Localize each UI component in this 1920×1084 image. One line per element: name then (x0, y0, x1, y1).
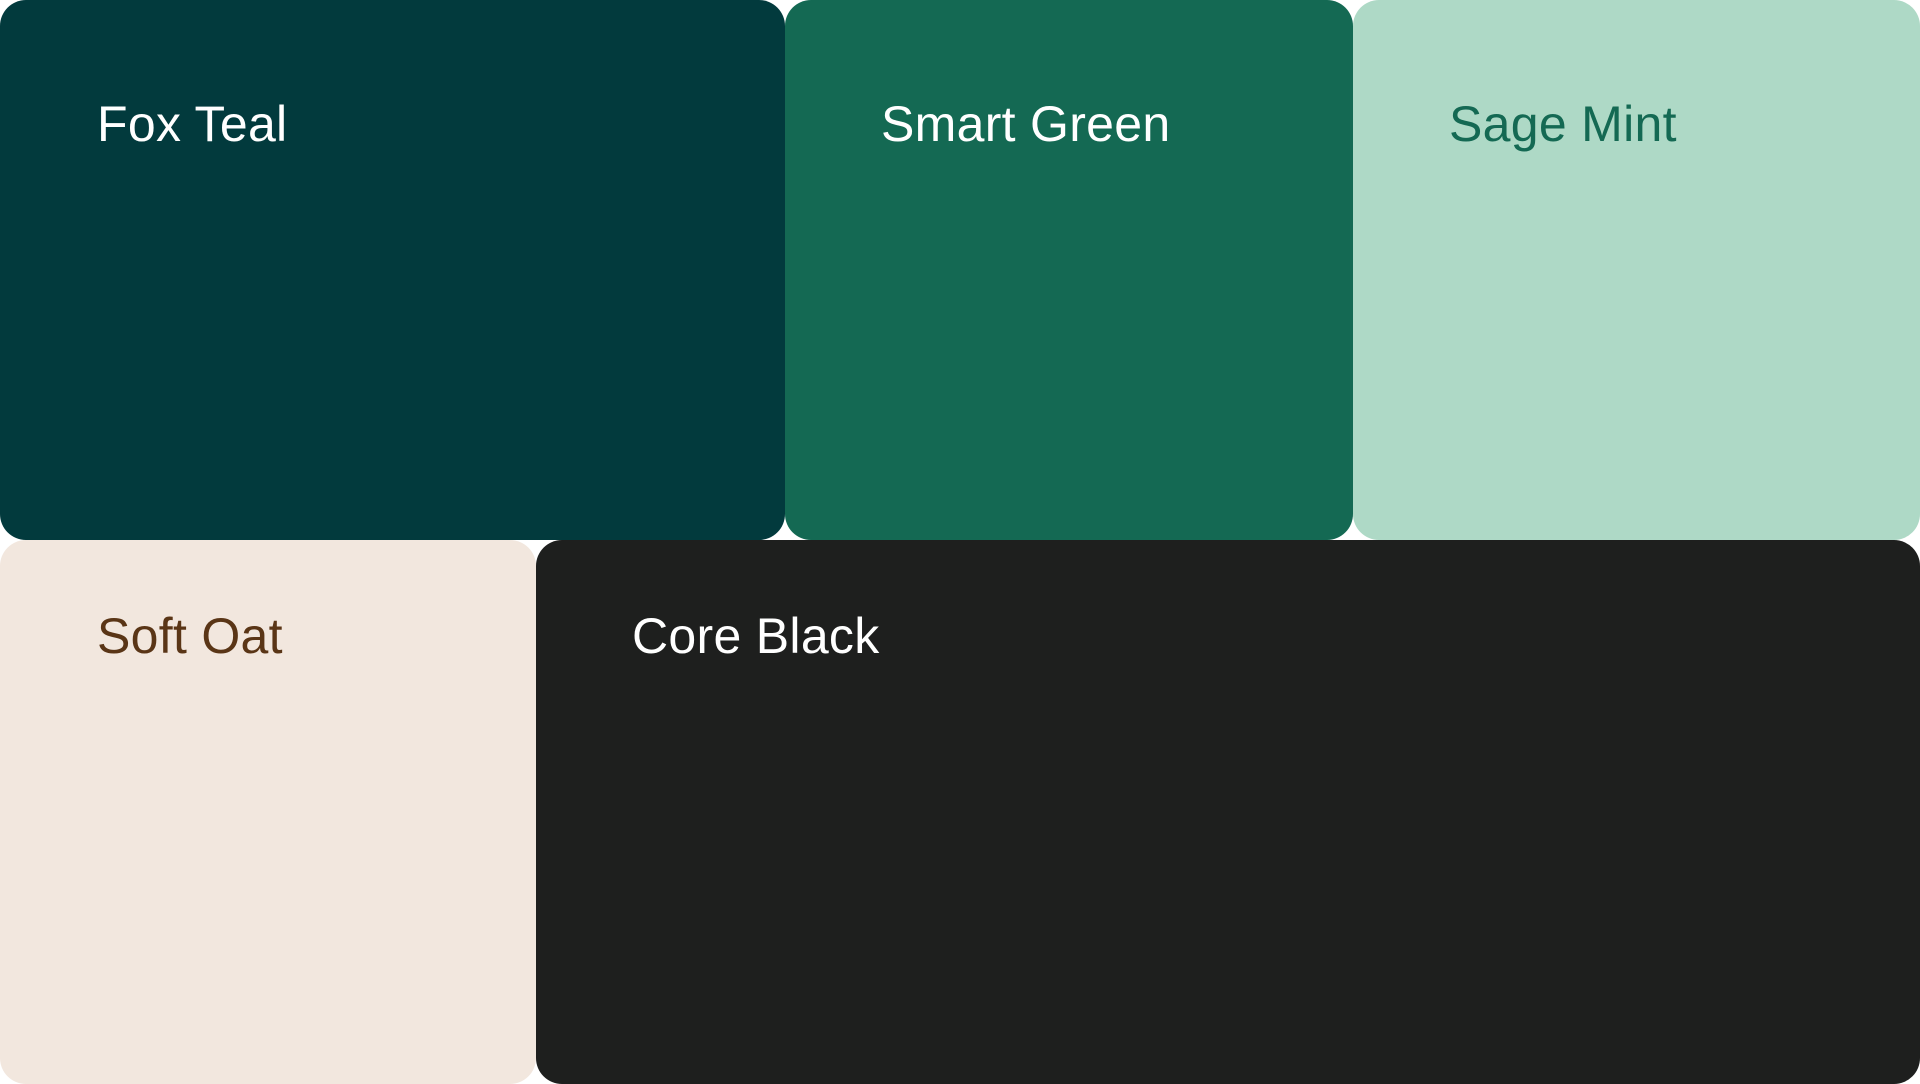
swatch-soft-oat: Soft Oat (0, 540, 536, 1084)
swatch-label-core-black: Core Black (632, 608, 880, 664)
swatch-smart-green: Smart Green (785, 0, 1353, 540)
swatch-label-fox-teal: Fox Teal (97, 96, 288, 152)
swatch-label-soft-oat: Soft Oat (97, 608, 283, 664)
color-palette-grid: Fox Teal Smart Green Sage Mint Soft Oat … (0, 0, 1920, 1084)
swatch-sage-mint: Sage Mint (1353, 0, 1920, 540)
swatch-label-smart-green: Smart Green (881, 96, 1171, 152)
swatch-label-sage-mint: Sage Mint (1449, 96, 1677, 152)
swatch-fox-teal: Fox Teal (0, 0, 785, 540)
swatch-core-black: Core Black (536, 540, 1920, 1084)
